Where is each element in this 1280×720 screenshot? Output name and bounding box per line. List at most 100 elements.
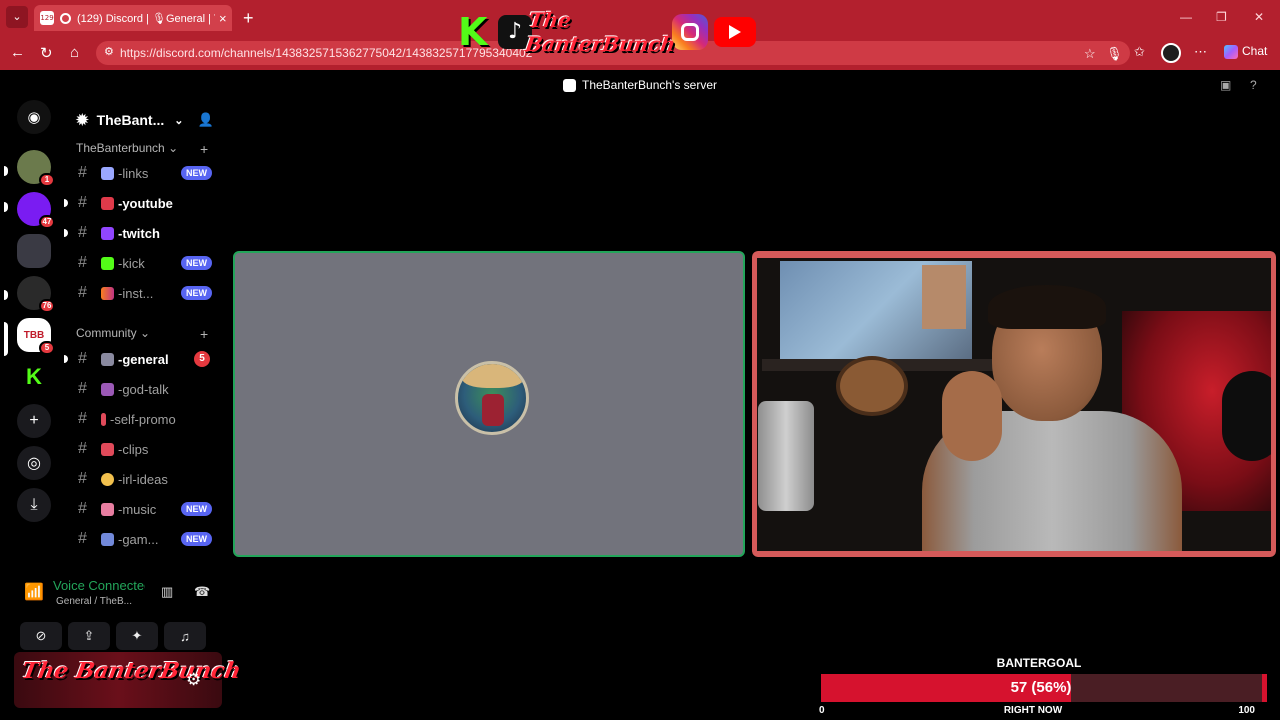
goal-progress-endcap: [1262, 674, 1267, 702]
channel-name: -links: [101, 166, 148, 181]
server-unread-pill: [4, 166, 8, 176]
server-icon-1[interactable]: 1: [17, 150, 55, 187]
signal-strength-icon[interactable]: 📶: [24, 582, 44, 602]
window-title-bar: TheBanterBunch's server: [4, 70, 1276, 100]
channel-name: -self-promo: [101, 412, 176, 427]
discord-home-icon[interactable]: ◉: [17, 100, 51, 134]
goal-current-label: RIGHT NOW: [1003, 705, 1063, 716]
activities-button[interactable]: ✦: [116, 622, 158, 650]
link-emoji-icon: [101, 166, 114, 180]
channel-kick[interactable]: # -kick NEW: [64, 250, 222, 276]
youtube-emoji-icon: [101, 196, 114, 210]
pin-emoji-icon: [101, 412, 106, 426]
unread-indicator: [64, 355, 68, 363]
toggle-camera-button[interactable]: ⊘: [20, 622, 62, 650]
text-channel-icon: #: [78, 380, 87, 397]
channel-twitch[interactable]: # -twitch: [64, 220, 222, 246]
site-info-icon[interactable]: ⚙: [104, 45, 114, 58]
channel-name: -clips: [101, 442, 148, 457]
unread-indicator: [64, 229, 68, 237]
channel-clips[interactable]: # -clips: [64, 436, 222, 462]
channel-god-talk[interactable]: # -god-talk: [64, 376, 222, 402]
copilot-chat-button[interactable]: Chat: [1224, 44, 1267, 59]
server-selected-pill: [4, 322, 8, 356]
banterbunch-server-icon[interactable]: TBB 5: [17, 318, 55, 355]
channel-irl-ideas[interactable]: # -irl-ideas: [64, 466, 222, 492]
scissors-emoji-icon: [101, 442, 114, 456]
favorites-icon[interactable]: ✩: [1134, 44, 1145, 60]
help-icon[interactable]: ?: [1250, 78, 1257, 92]
goal-progress-track: 57 (56%): [821, 674, 1267, 702]
server-icon-4[interactable]: 76: [17, 276, 55, 313]
create-channel-icon[interactable]: +: [200, 326, 208, 342]
close-window-button[interactable]: ✕: [1254, 10, 1264, 24]
download-icon[interactable]: ⤓: [17, 488, 51, 522]
server-icon-3[interactable]: [17, 234, 51, 268]
new-tab-button[interactable]: +: [243, 8, 254, 29]
noise-suppression-icon[interactable]: ▥: [161, 584, 173, 600]
channel-youtube[interactable]: # -youtube: [64, 190, 222, 216]
channel-self-promo[interactable]: # -self-promo: [64, 406, 222, 432]
text-channel-icon: #: [78, 194, 87, 211]
channel-general[interactable]: # -general 5: [64, 346, 222, 372]
copilot-icon: [1224, 44, 1238, 59]
voice-participant-tile[interactable]: [233, 251, 745, 557]
disconnect-icon[interactable]: ☎: [194, 584, 210, 600]
goal-progress-text: 57 (56%): [1010, 679, 1072, 696]
minimize-button[interactable]: —: [1180, 10, 1192, 24]
profile-avatar[interactable]: [1161, 43, 1181, 63]
microphone-icon[interactable]: 🎙: [1106, 46, 1123, 62]
back-arrow-icon[interactable]: ←: [10, 44, 25, 61]
channel-name: -general: [101, 352, 169, 367]
channel-links[interactable]: # -links NEW: [64, 160, 222, 186]
browser-tab-discord[interactable]: 129 (129) Discord | 🎙General | Th ×: [34, 5, 232, 31]
text-channel-icon: #: [78, 164, 87, 181]
home-icon[interactable]: ⌂: [70, 44, 79, 61]
kick-emoji-icon: [101, 256, 114, 270]
maximize-button[interactable]: ❐: [1216, 10, 1227, 24]
discover-icon[interactable]: ◎: [17, 446, 51, 480]
webcam-frame-border: [752, 251, 1276, 557]
invite-people-icon[interactable]: 👤: [198, 112, 214, 128]
kick-server-icon[interactable]: K: [17, 360, 51, 394]
channel-name: -irl-ideas: [101, 472, 168, 487]
channel-name: -youtube: [101, 196, 173, 211]
goal-title: BANTERGOAL: [996, 656, 1082, 670]
category-label: TheBanterbunch: [76, 141, 165, 155]
create-channel-icon[interactable]: +: [200, 141, 208, 157]
category-header[interactable]: Community ⌄ +: [76, 326, 208, 342]
server-icon: [562, 79, 576, 93]
channel-name: -gam...: [101, 532, 158, 547]
new-badge: NEW: [181, 256, 212, 270]
server-icon-2[interactable]: 47: [17, 192, 55, 229]
kick-logo: K: [458, 10, 488, 54]
voice-connected-label[interactable]: Voice Connected: [53, 578, 145, 593]
tab-list-button[interactable]: ⌄: [6, 6, 28, 28]
discord-app: TheBanterBunch's server ▣ ? ◉ 1 47 76 TB…: [4, 70, 1276, 716]
text-channel-icon: #: [78, 350, 87, 367]
avatar: [455, 361, 529, 435]
instagram-emoji-icon: [101, 286, 114, 300]
tab-close-icon[interactable]: ×: [219, 11, 227, 26]
refresh-icon[interactable]: ↻: [40, 44, 53, 62]
favorite-star-icon[interactable]: ☆: [1084, 46, 1096, 62]
webcam-video-tile[interactable]: [752, 251, 1276, 557]
share-screen-button[interactable]: ⇪: [68, 622, 110, 650]
avatar-hat: [462, 364, 524, 388]
channel-music[interactable]: # -music NEW: [64, 496, 222, 522]
channel-gaming[interactable]: # -gam... NEW: [64, 526, 222, 552]
channel-name: -god-talk: [101, 382, 169, 397]
more-menu-icon[interactable]: ⋯: [1194, 44, 1207, 60]
channel-name: -music: [101, 502, 156, 517]
controller-emoji-icon: [101, 532, 114, 546]
inbox-icon[interactable]: ▣: [1220, 78, 1231, 92]
soundboard-button[interactable]: ♫: [164, 622, 206, 650]
channel-instagram[interactable]: # -inst... NEW: [64, 280, 222, 306]
add-server-icon[interactable]: +: [17, 404, 51, 438]
category-header[interactable]: TheBanterbunch ⌄ +: [76, 141, 208, 157]
voice-channel-location[interactable]: General / TheB...: [56, 596, 146, 607]
gear-icon[interactable]: ⚙: [186, 670, 201, 690]
general-emoji-icon: [101, 352, 114, 366]
new-badge: NEW: [181, 166, 212, 180]
guild-header[interactable]: ✹ TheBant... ⌄ 👤: [64, 100, 222, 140]
